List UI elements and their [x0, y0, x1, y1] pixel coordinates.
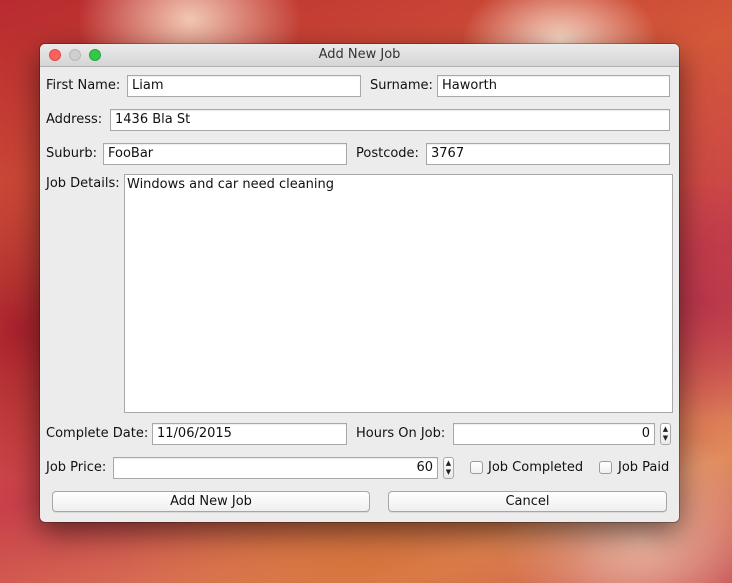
job-paid-checkbox[interactable]: [599, 461, 612, 474]
add-new-job-button[interactable]: Add New Job: [52, 491, 370, 512]
job-completed-label[interactable]: Job Completed: [488, 460, 583, 476]
first-name-label: First Name:: [46, 78, 121, 93]
postcode-label: Postcode:: [356, 146, 419, 161]
surname-label: Surname:: [370, 78, 433, 93]
job-paid-label[interactable]: Job Paid: [618, 460, 669, 476]
postcode-field[interactable]: 3767: [426, 143, 670, 165]
suburb-label: Suburb:: [46, 146, 97, 161]
surname-field[interactable]: Haworth: [437, 75, 670, 97]
stepper-up-icon[interactable]: ▲: [444, 459, 453, 468]
stepper-up-icon[interactable]: ▲: [661, 425, 670, 434]
job-details-label: Job Details:: [46, 176, 120, 191]
stepper-down-icon[interactable]: ▼: [661, 434, 670, 443]
cancel-button[interactable]: Cancel: [388, 491, 667, 512]
first-name-field[interactable]: Liam: [127, 75, 361, 97]
window-title: Add New Job: [318, 47, 401, 62]
add-new-job-window: Add New Job First Name: Liam Surname: Ha…: [40, 44, 679, 522]
job-details-textarea[interactable]: Windows and car need cleaning: [124, 174, 673, 413]
stepper-down-icon[interactable]: ▼: [444, 468, 453, 477]
hours-on-job-field[interactable]: 0: [453, 423, 655, 445]
suburb-field[interactable]: FooBar: [103, 143, 347, 165]
job-price-label: Job Price:: [46, 460, 107, 475]
address-field[interactable]: 1436 Bla St: [110, 109, 670, 131]
complete-date-label: Complete Date:: [46, 426, 149, 441]
complete-date-field[interactable]: 11/06/2015: [152, 423, 347, 445]
title-bar[interactable]: Add New Job: [40, 44, 679, 67]
job-completed-checkbox[interactable]: [470, 461, 483, 474]
address-label: Address:: [46, 112, 103, 127]
job-price-field[interactable]: 60: [113, 457, 438, 479]
price-stepper[interactable]: ▲ ▼: [443, 457, 454, 479]
hours-on-job-label: Hours On Job:: [356, 426, 446, 441]
hours-stepper[interactable]: ▲ ▼: [660, 423, 671, 445]
